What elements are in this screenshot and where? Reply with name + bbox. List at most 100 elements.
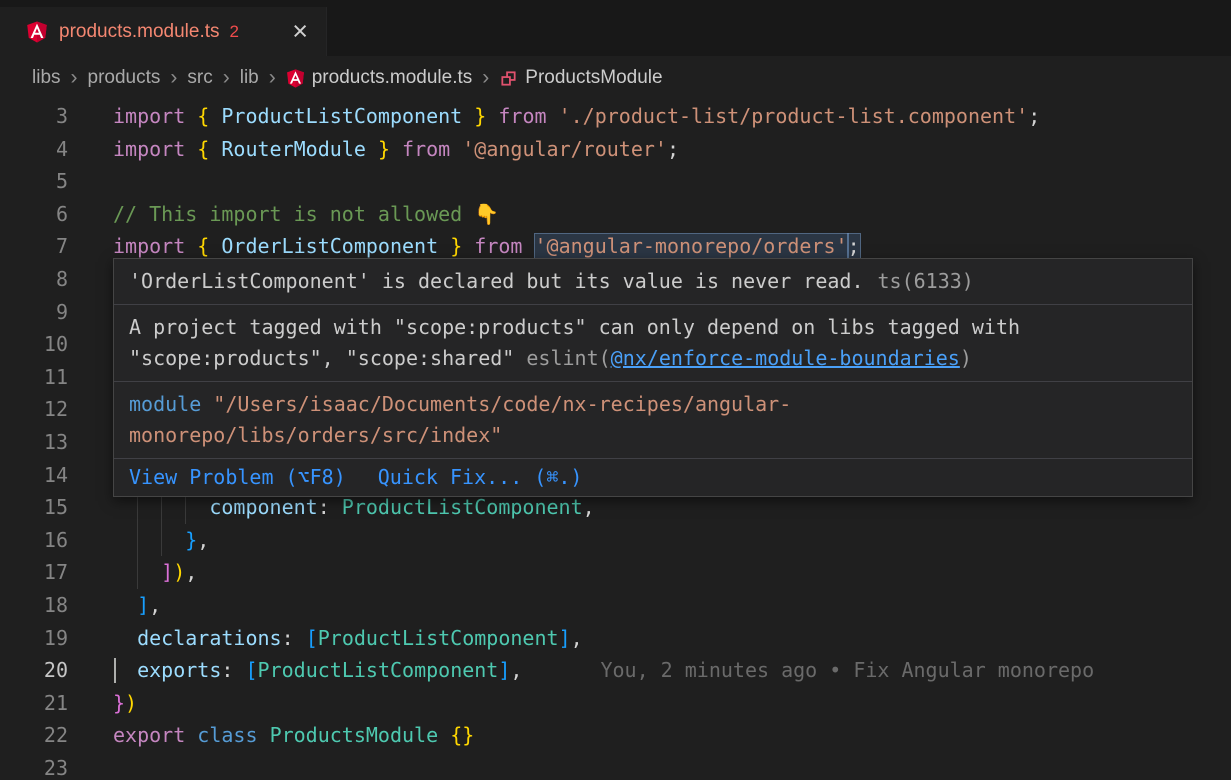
line-number: 4 <box>0 133 68 166</box>
code-token: component <box>209 495 317 519</box>
code-token: from <box>474 234 522 258</box>
breadcrumb: libs›products›src›lib›products.module.ts… <box>0 56 1231 100</box>
code-token: '@angular-monorepo/orders' <box>535 234 848 258</box>
module-path-line1: "/Users/isaac/Documents/code/nx-recipes/… <box>213 392 791 416</box>
code-content: }) <box>113 687 1231 720</box>
code-line-16[interactable]: 16 }, <box>0 524 1231 557</box>
code-token: exports <box>137 658 221 682</box>
code-token: ProductListComponent <box>318 626 559 650</box>
line-number: 10 <box>0 328 68 361</box>
line-number: 18 <box>0 589 68 622</box>
chevron-right-icon: › <box>170 66 177 90</box>
line-number: 8 <box>0 263 68 296</box>
code-token <box>390 137 402 161</box>
line-number: 11 <box>0 361 68 394</box>
eslint-rule-link[interactable]: @nx/enforce-module-boundaries <box>611 346 960 370</box>
breadcrumb-item-products-module-ts[interactable]: products.module.ts <box>286 67 473 89</box>
quick-fix-button[interactable]: Quick Fix... (⌘.) <box>378 462 583 493</box>
code-line-22[interactable]: 22export class ProductsModule {} <box>0 719 1231 752</box>
code-token <box>486 104 498 128</box>
code-token: : <box>282 626 294 650</box>
code-content: import { RouterModule } from '@angular/r… <box>113 133 1231 166</box>
editor: 3import { ProductListComponent } from '.… <box>0 100 1231 780</box>
code-token <box>366 137 378 161</box>
tab-problem-count: 2 <box>230 22 239 42</box>
line-number: 5 <box>0 165 68 198</box>
code-token: OrderListComponent <box>221 234 438 258</box>
code-line-19[interactable]: 19 declarations: [ProductListComponent], <box>0 622 1231 655</box>
git-blame-annotation: You, 2 minutes ago • Fix Angular monorep… <box>600 658 1094 682</box>
line-number: 6 <box>0 198 68 231</box>
code-line-18[interactable]: 18 ], <box>0 589 1231 622</box>
line-number: 13 <box>0 426 68 459</box>
line-number: 12 <box>0 393 68 426</box>
module-path-line2: monorepo/libs/orders/src/index" <box>129 423 502 447</box>
code-token: [ <box>245 658 257 682</box>
code-content: import { ProductListComponent } from './… <box>113 100 1231 133</box>
code-content: declarations: [ProductListComponent], <box>113 622 1231 655</box>
class-icon <box>499 69 518 88</box>
code-token <box>330 495 342 519</box>
code-token <box>209 137 221 161</box>
code-content <box>113 752 1231 780</box>
code-token <box>258 723 270 747</box>
code-token: { <box>197 104 209 128</box>
breadcrumb-label: src <box>187 67 212 89</box>
code-token: , <box>185 560 197 584</box>
line-number: 15 <box>0 491 68 524</box>
tab-title: products.module.ts <box>59 21 220 43</box>
code-token <box>113 658 137 682</box>
code-token: 👇 <box>474 202 499 226</box>
code-token: ] <box>137 593 149 617</box>
module-keyword: module <box>129 392 201 416</box>
diagnostic-source-suffix: ) <box>960 346 972 370</box>
code-token: // This import is not allowed <box>113 202 474 226</box>
angular-icon <box>286 69 305 88</box>
diagnostic-message: 'OrderListComponent' is declared but its… <box>129 269 864 293</box>
breadcrumb-item-lib[interactable]: lib <box>240 67 259 89</box>
code-token <box>113 528 185 552</box>
code-line-4[interactable]: 4 import { RouterModule } from '@angular/… <box>0 133 1231 166</box>
code-token <box>209 234 221 258</box>
code-line-6[interactable]: 6 // This import is not allowed 👇 <box>0 198 1231 231</box>
breadcrumb-item-productsmodule[interactable]: ProductsModule <box>499 67 662 89</box>
code-line-23[interactable]: 23 <box>0 752 1231 780</box>
code-token: export <box>113 723 185 747</box>
code-line-17[interactable]: 17 ]), <box>0 556 1231 589</box>
code-line-5[interactable]: 5 <box>0 165 1231 198</box>
code-content <box>113 165 1231 198</box>
code-token: from <box>498 104 546 128</box>
line-number: 23 <box>0 752 68 780</box>
diagnostic-source: ts(6133) <box>878 269 974 293</box>
code-token <box>462 234 474 258</box>
code-token: } <box>474 104 486 128</box>
code-token: , <box>197 528 209 552</box>
code-token <box>113 593 137 617</box>
breadcrumb-label: products.module.ts <box>312 67 473 89</box>
angular-icon <box>26 21 48 43</box>
code-token: } <box>113 691 125 715</box>
module-info-line1: module "/Users/isaac/Documents/code/nx-r… <box>129 389 1177 420</box>
breadcrumb-label: products <box>88 67 161 89</box>
code-token: ProductListComponent <box>221 104 462 128</box>
breadcrumb-item-src[interactable]: src <box>187 67 212 89</box>
breadcrumb-item-libs[interactable]: libs <box>32 67 61 89</box>
code-line-3[interactable]: 3import { ProductListComponent } from '.… <box>0 100 1231 133</box>
code-token: ProductListComponent <box>258 658 499 682</box>
module-info-line2: monorepo/libs/orders/src/index" <box>129 420 1177 451</box>
breadcrumb-item-products[interactable]: products <box>88 67 161 89</box>
chevron-right-icon: › <box>269 66 276 90</box>
close-icon[interactable]: × <box>292 18 308 45</box>
line-number: 21 <box>0 687 68 720</box>
code-token: RouterModule <box>221 137 366 161</box>
code-content: ]), <box>113 556 1231 589</box>
code-token: : <box>221 658 233 682</box>
tab-products-module-ts[interactable]: products.module.ts 2 × <box>0 7 327 56</box>
code-token: ; <box>667 137 679 161</box>
code-line-21[interactable]: 21}) <box>0 687 1231 720</box>
code-token: ] <box>498 658 510 682</box>
code-token: [ <box>306 626 318 650</box>
code-line-20[interactable]: 20 exports: [ProductListComponent],You, … <box>0 654 1231 687</box>
view-problem-button[interactable]: View Problem (⌥F8) <box>129 462 346 493</box>
line-number: 16 <box>0 524 68 557</box>
